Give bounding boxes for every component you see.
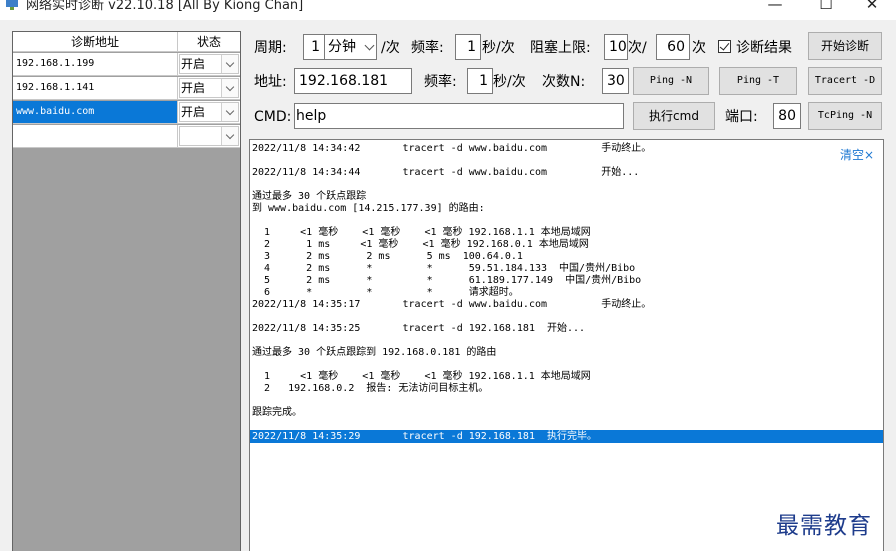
table-row[interactable]: 192.168.1.141 开启 xyxy=(13,77,240,100)
log-line: 1 <1 毫秒 <1 毫秒 <1 毫秒 192.168.1.1 本地局域网 xyxy=(252,371,591,382)
period-label: 周期: xyxy=(254,40,287,56)
block-limit-label: 阻塞上限: xyxy=(530,40,591,56)
cmd-label: CMD: xyxy=(254,109,292,125)
column-header-status[interactable]: 状态 xyxy=(178,32,240,52)
chevron-down-icon[interactable] xyxy=(221,55,238,73)
address-label: 地址: xyxy=(254,74,287,90)
log-line: 5 2 ms * * 61.189.177.149 中国/贵州/Bibo xyxy=(252,275,642,286)
count-label: 次数N: xyxy=(542,74,586,90)
window-title: 网络实时诊断 v22.10.18 [All By Kiong Chan] xyxy=(26,0,304,13)
address-table[interactable]: 诊断地址 状态 192.168.1.199 开启 192.168.1.141 开启 ww… xyxy=(12,31,241,551)
tcping-button[interactable]: TcPing -N xyxy=(808,102,882,130)
log-line: 3 2 ms 2 ms 5 ms 100.64.0.1 xyxy=(252,251,523,262)
port-input[interactable]: 80 xyxy=(773,103,801,129)
block-unit-2-label: 次 xyxy=(692,40,706,56)
log-line: 2022/11/8 14:35:17 tracert -d www.baidu.… xyxy=(252,299,652,310)
block-limit-input-1[interactable]: 10 xyxy=(604,34,628,60)
row-status-value: 开启 xyxy=(181,105,206,119)
ping-n-button[interactable]: Ping -N xyxy=(633,67,709,95)
freq-input[interactable]: 1 xyxy=(455,34,481,60)
log-line: 1 <1 毫秒 <1 毫秒 <1 毫秒 192.168.1.1 本地局域网 xyxy=(252,227,591,238)
chevron-down-icon[interactable] xyxy=(221,103,238,121)
column-header-address[interactable]: 诊断地址 xyxy=(13,32,178,52)
row-address[interactable]: www.baidu.com xyxy=(13,101,178,123)
row-address[interactable]: 192.168.1.199 xyxy=(13,53,178,75)
log-line: 2 1 ms <1 毫秒 <1 毫秒 192.168.0.1 本地局域网 xyxy=(252,239,589,250)
table-header: 诊断地址 状态 xyxy=(13,32,240,52)
close-button[interactable]: ✕ xyxy=(854,0,890,14)
start-diagnosis-button[interactable]: 开始诊断 xyxy=(808,32,882,60)
execute-cmd-button[interactable]: 执行cmd xyxy=(633,102,715,130)
period-unit-value: 分钟 xyxy=(328,39,356,55)
ping-t-button[interactable]: Ping -T xyxy=(719,67,797,95)
row-status-value: 开启 xyxy=(181,57,206,71)
row-status-select[interactable]: 开启 xyxy=(179,78,239,98)
cmd-input[interactable]: help xyxy=(294,103,624,129)
title-bar: 网络实时诊断 v22.10.18 [All By Kiong Chan] — ☐… xyxy=(0,0,896,20)
log-line: 跟踪完成。 xyxy=(252,407,302,418)
block-limit-input-2[interactable]: 60 xyxy=(656,34,690,60)
maximize-button[interactable]: ☐ xyxy=(808,0,844,14)
log-line: 到 www.baidu.com [14.215.177.39] 的路由: xyxy=(252,203,485,214)
diag-result-label[interactable]: 诊断结果 xyxy=(736,38,792,58)
output-log[interactable]: 2022/11/8 14:34:42 tracert -d www.baidu.… xyxy=(249,139,884,551)
chevron-down-icon xyxy=(364,40,375,51)
chevron-down-icon[interactable] xyxy=(221,127,238,145)
row-status-value: 开启 xyxy=(181,81,206,95)
chevron-down-icon[interactable] xyxy=(221,79,238,97)
address-input[interactable]: 192.168.181 xyxy=(294,68,412,94)
log-line: 2022/11/8 14:35:29 tracert -d 192.168.18… xyxy=(252,431,598,442)
log-line: 2022/11/8 14:34:42 tracert -d www.baidu.… xyxy=(252,143,652,154)
freq-label: 频率: xyxy=(411,40,444,56)
app-icon xyxy=(6,0,18,10)
table-row[interactable]: 192.168.1.199 开启 xyxy=(13,53,240,76)
row-address[interactable] xyxy=(13,125,178,147)
freq2-label: 频率: xyxy=(424,74,457,90)
diag-result-checkbox[interactable] xyxy=(718,40,731,53)
log-line: 2022/11/8 14:34:44 tracert -d www.baidu.… xyxy=(252,167,640,178)
period-unit-select[interactable]: 分钟 xyxy=(324,34,377,60)
table-row[interactable]: www.baidu.com 开启 xyxy=(13,101,240,124)
period-input[interactable]: 1 xyxy=(303,34,325,60)
log-line: 通过最多 30 个跃点跟踪到 192.168.0.181 的路由 xyxy=(252,347,497,358)
tracert-button[interactable]: Tracert -D xyxy=(808,67,882,95)
block-unit-1-label: 次/ xyxy=(628,40,647,56)
freq-unit-label: 秒/次 xyxy=(482,40,515,56)
per-time-label: /次 xyxy=(381,40,400,56)
row-status-select[interactable]: 开启 xyxy=(179,102,239,122)
log-line: 6 * * * 请求超时。 xyxy=(252,287,519,298)
freq2-input[interactable]: 1 xyxy=(467,68,493,94)
log-line: 4 2 ms * * 59.51.184.133 中国/贵州/Bibo xyxy=(252,263,636,274)
row-status-select[interactable]: 开启 xyxy=(179,54,239,74)
row-status-select[interactable] xyxy=(179,126,239,146)
watermark-logo: 最需教育 xyxy=(776,513,872,539)
port-label: 端口: xyxy=(725,109,758,125)
log-line: 2 192.168.0.2 报告: 无法访问目标主机。 xyxy=(252,383,489,394)
count-input[interactable]: 30 xyxy=(602,68,629,94)
row-address[interactable]: 192.168.1.141 xyxy=(13,77,178,99)
table-row[interactable] xyxy=(13,125,240,148)
log-line: 2022/11/8 14:35:25 tracert -d 192.168.18… xyxy=(252,323,586,334)
log-line: 通过最多 30 个跃点跟踪 xyxy=(252,191,367,202)
clear-log-link[interactable]: 清空× xyxy=(840,146,874,163)
minimize-button[interactable]: — xyxy=(757,0,793,14)
freq2-unit-label: 秒/次 xyxy=(493,74,526,90)
